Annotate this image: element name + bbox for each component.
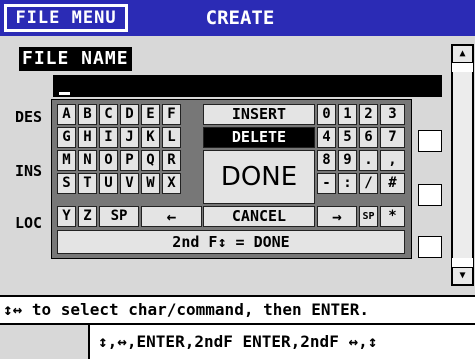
delete-button[interactable]: DELETE	[203, 127, 315, 148]
key-g[interactable]: G	[57, 127, 76, 148]
key-x[interactable]: X	[162, 173, 181, 194]
key-colon[interactable]: :	[338, 173, 357, 194]
screen-title: CREATE	[205, 7, 275, 29]
key-a[interactable]: A	[57, 104, 76, 125]
cancel-button[interactable]: CANCEL	[203, 206, 315, 227]
location-field[interactable]	[418, 236, 442, 258]
key-2[interactable]: 2	[359, 104, 378, 125]
key-k[interactable]: K	[141, 127, 160, 148]
key-h[interactable]: H	[78, 127, 97, 148]
key-v[interactable]: V	[120, 173, 139, 194]
scroll-down-icon[interactable]: ▼	[452, 267, 473, 285]
key-8[interactable]: 8	[317, 150, 336, 171]
inspector-field[interactable]	[418, 184, 442, 206]
text-cursor	[59, 92, 70, 95]
key-j[interactable]: J	[120, 127, 139, 148]
key-9[interactable]: 9	[338, 150, 357, 171]
description-label: DES	[15, 108, 43, 126]
key-n[interactable]: N	[78, 150, 97, 171]
key-6[interactable]: 6	[359, 127, 378, 148]
key-1[interactable]: 1	[338, 104, 357, 125]
key-hash[interactable]: #	[380, 173, 405, 194]
key-slash[interactable]: /	[359, 173, 378, 194]
key-f[interactable]: F	[162, 104, 181, 125]
location-label: LOC	[15, 214, 43, 232]
key-m[interactable]: M	[57, 150, 76, 171]
key-w[interactable]: W	[141, 173, 160, 194]
file-name-field[interactable]	[53, 75, 442, 97]
key-i[interactable]: I	[99, 127, 118, 148]
instruction-bar: ↕↔ to select char/command, then ENTER.	[0, 295, 475, 325]
key-l[interactable]: L	[162, 127, 181, 148]
key-s[interactable]: S	[57, 173, 76, 194]
key-dash[interactable]: -	[317, 173, 336, 194]
file-menu-tab[interactable]: FILE MENU	[4, 4, 128, 32]
key-u[interactable]: U	[99, 173, 118, 194]
key-r[interactable]: R	[162, 150, 181, 171]
key-t[interactable]: T	[78, 173, 97, 194]
key-period[interactable]: .	[359, 150, 378, 171]
key-4[interactable]: 4	[317, 127, 336, 148]
key-o[interactable]: O	[99, 150, 118, 171]
insert-button[interactable]: INSERT	[203, 104, 315, 125]
key-asterisk[interactable]: *	[380, 206, 405, 227]
key-c[interactable]: C	[99, 104, 118, 125]
key-b[interactable]: B	[78, 104, 97, 125]
done-button[interactable]: DONE	[203, 150, 315, 204]
key-0[interactable]: 0	[317, 104, 336, 125]
keyboard-footer: 2nd F↕ = DONE	[57, 230, 405, 254]
scroll-thumb[interactable]	[452, 72, 473, 258]
scroll-up-icon[interactable]: ▲	[452, 45, 473, 63]
key-forward-arrow-icon[interactable]: →	[317, 206, 357, 227]
key-e[interactable]: E	[141, 104, 160, 125]
file-name-label: FILE NAME	[19, 47, 132, 71]
key-3[interactable]: 3	[380, 104, 405, 125]
key-q[interactable]: Q	[141, 150, 160, 171]
description-field[interactable]	[418, 130, 442, 152]
inspector-label: INS	[15, 162, 43, 180]
key-comma[interactable]: ,	[380, 150, 405, 171]
key-p[interactable]: P	[120, 150, 139, 171]
key-5[interactable]: 5	[338, 127, 357, 148]
key-space-right[interactable]: SP	[359, 206, 378, 227]
key-hints: ↕,↔,ENTER,2ndF ENTER,2ndF ↔,↕	[88, 325, 475, 359]
key-z[interactable]: Z	[78, 206, 97, 227]
key-space-left[interactable]: SP	[99, 206, 139, 227]
key-backspace-arrow-icon[interactable]: ←	[141, 206, 202, 227]
key-7[interactable]: 7	[380, 127, 405, 148]
key-d[interactable]: D	[120, 104, 139, 125]
key-y[interactable]: Y	[57, 206, 76, 227]
